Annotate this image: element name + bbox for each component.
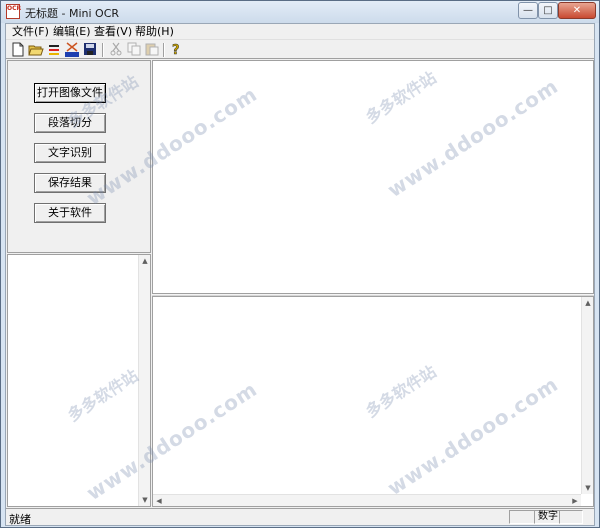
- image-view[interactable]: [152, 60, 594, 294]
- status-text: 就绪: [9, 513, 31, 526]
- ocr-app-icon: OCR: [6, 4, 22, 19]
- about-button[interactable]: 关于软件: [34, 203, 106, 223]
- help-icon[interactable]: ?: [168, 42, 184, 59]
- save-icon[interactable]: [82, 42, 98, 58]
- client-area: 文件(F) 编辑(E) 查看(V) 帮助(H) ? 打开图像文件 段落切分 文字…: [5, 23, 595, 526]
- app-window: OCR 无标题 - Mini OCR — □ ✕ 文件(F) 编辑(E) 查看(…: [0, 0, 600, 528]
- menu-edit[interactable]: 编辑(E): [53, 25, 91, 39]
- maximize-button[interactable]: □: [538, 2, 558, 19]
- segment-icon[interactable]: [46, 42, 62, 58]
- menu-file[interactable]: 文件(F): [12, 25, 49, 39]
- ocr-icon[interactable]: [64, 42, 80, 58]
- vertical-scrollbar[interactable]: ▲ ▼: [138, 255, 150, 506]
- scroll-right-icon[interactable]: ▶: [569, 495, 581, 507]
- menu-view[interactable]: 查看(V): [94, 25, 132, 39]
- segment-button[interactable]: 段落切分: [34, 113, 106, 133]
- menu-bar: 文件(F) 编辑(E) 查看(V) 帮助(H): [6, 24, 594, 40]
- minimize-button[interactable]: —: [518, 2, 538, 19]
- paste-icon[interactable]: [144, 42, 160, 58]
- recognize-button[interactable]: 文字识别: [34, 143, 106, 163]
- copy-icon[interactable]: [126, 42, 142, 58]
- scroll-down-icon[interactable]: ▼: [582, 482, 594, 494]
- app-icon-label: OCR: [7, 5, 22, 12]
- open-image-button[interactable]: 打开图像文件: [34, 83, 106, 103]
- horizontal-scrollbar[interactable]: ◀ ▶: [153, 494, 581, 506]
- toolbar-separator: [102, 43, 104, 57]
- cut-icon[interactable]: [108, 42, 124, 58]
- save-result-button[interactable]: 保存结果: [34, 173, 106, 193]
- status-panel-empty: [509, 510, 535, 524]
- scroll-up-icon[interactable]: ▲: [582, 297, 594, 309]
- status-bar: 就绪 数字: [6, 508, 594, 526]
- thumbnail-list[interactable]: ▲ ▼: [7, 254, 151, 507]
- scroll-down-icon[interactable]: ▼: [139, 494, 151, 506]
- status-panel-num: 数字: [534, 510, 560, 524]
- result-text-area[interactable]: ▲ ▼ ◀ ▶: [152, 296, 594, 507]
- scroll-up-icon[interactable]: ▲: [139, 255, 151, 267]
- window-title: 无标题 - Mini OCR: [25, 7, 120, 20]
- title-bar[interactable]: OCR 无标题 - Mini OCR — □ ✕: [1, 1, 599, 23]
- vertical-scrollbar[interactable]: ▲ ▼: [581, 297, 593, 494]
- toolbar-separator: [163, 43, 165, 57]
- menu-help[interactable]: 帮助(H): [135, 25, 174, 39]
- svg-text:?: ?: [172, 43, 180, 57]
- new-file-icon[interactable]: [10, 42, 26, 58]
- close-button[interactable]: ✕: [558, 2, 596, 19]
- open-folder-icon[interactable]: [28, 42, 44, 58]
- action-panel: 打开图像文件 段落切分 文字识别 保存结果 关于软件: [7, 60, 151, 253]
- status-panel-empty: [559, 510, 583, 524]
- toolbar: ?: [6, 41, 594, 59]
- scroll-left-icon[interactable]: ◀: [153, 495, 165, 507]
